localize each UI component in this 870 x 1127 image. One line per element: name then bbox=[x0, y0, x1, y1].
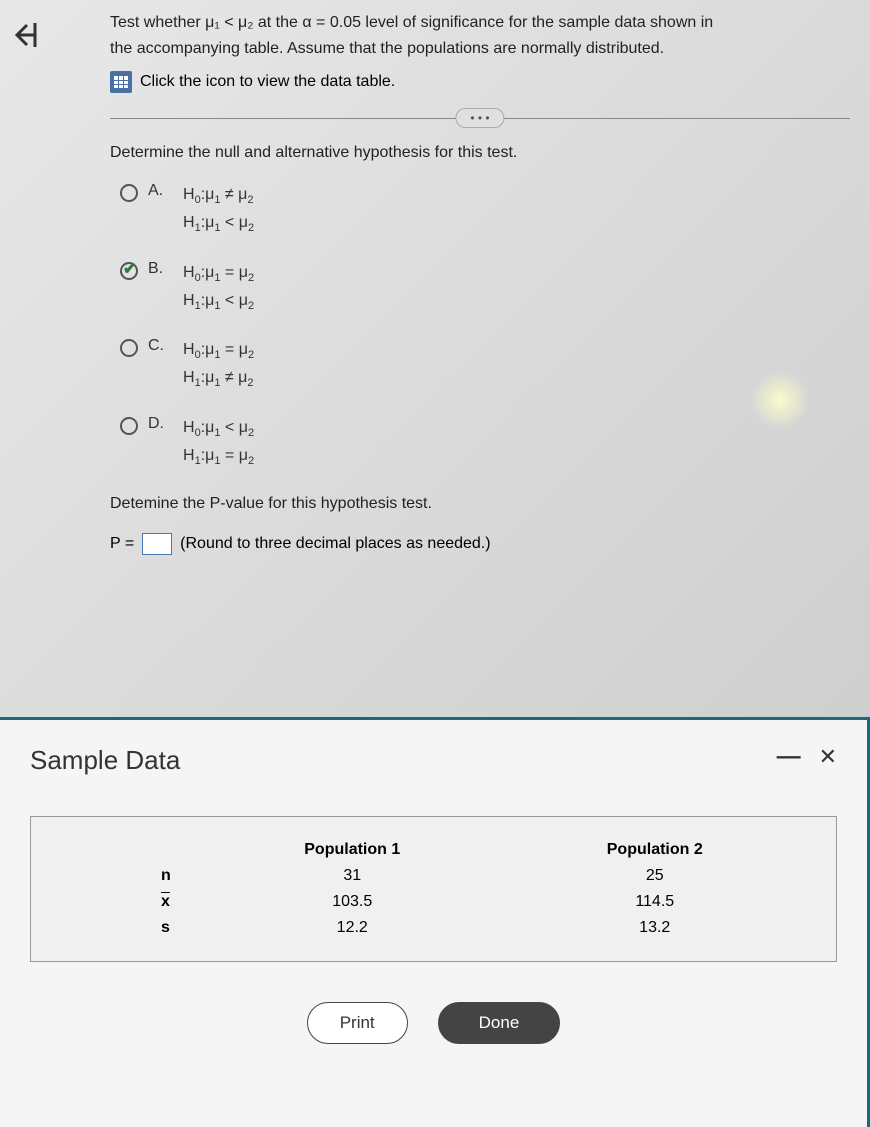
sub-question-text: Determine the null and alternative hypot… bbox=[110, 144, 850, 162]
table-header-row: Population 1 Population 2 bbox=[61, 837, 806, 863]
print-button[interactable]: Print bbox=[307, 1002, 408, 1044]
row-s-label: s bbox=[61, 915, 201, 941]
done-button[interactable]: Done bbox=[438, 1002, 561, 1044]
header-pop1: Population 1 bbox=[201, 837, 504, 863]
header-pop2: Population 2 bbox=[504, 837, 807, 863]
option-b-content: H0:μ1 = μ2 H1:μ1 < μ2 bbox=[183, 260, 254, 316]
row-s-pop1: 12.2 bbox=[201, 915, 504, 941]
row-s-pop2: 13.2 bbox=[504, 915, 807, 941]
option-b-label: B. bbox=[148, 260, 173, 278]
table-row: n 31 25 bbox=[61, 863, 806, 889]
modal-title: Sample Data bbox=[30, 745, 180, 776]
radio-a[interactable] bbox=[120, 184, 138, 202]
pvalue-input[interactable] bbox=[142, 533, 172, 555]
minimize-icon[interactable]: — bbox=[777, 745, 801, 769]
option-a-label: A. bbox=[148, 182, 173, 200]
pvalue-prompt: Detemine the P-value for this hypothesis… bbox=[110, 495, 850, 513]
table-icon bbox=[110, 71, 132, 93]
option-d-content: H0:μ1 < μ2 H1:μ1 = μ2 bbox=[183, 415, 254, 471]
option-a[interactable]: A. H0:μ1 ≠ μ2 H1:μ1 < μ2 bbox=[120, 182, 850, 238]
data-table: Population 1 Population 2 n 31 25 x 103.… bbox=[30, 816, 837, 962]
row-n-pop1: 31 bbox=[201, 863, 504, 889]
row-xbar-label: x bbox=[61, 889, 201, 915]
row-n-pop2: 25 bbox=[504, 863, 807, 889]
radio-c[interactable] bbox=[120, 339, 138, 357]
row-n-label: n bbox=[61, 863, 201, 889]
table-row: x 103.5 114.5 bbox=[61, 889, 806, 915]
option-c-label: C. bbox=[148, 337, 173, 355]
close-icon[interactable]: ✕ bbox=[819, 746, 837, 768]
back-button[interactable] bbox=[0, 0, 60, 565]
row-xbar-pop1: 103.5 bbox=[201, 889, 504, 915]
radio-b[interactable] bbox=[120, 262, 138, 280]
data-table-link-text: Click the icon to view the data table. bbox=[140, 73, 395, 91]
question-text: Test whether μ₁ < μ₂ at the α = 0.05 lev… bbox=[110, 10, 850, 61]
data-table-link[interactable]: Click the icon to view the data table. bbox=[110, 71, 850, 93]
table-row: s 12.2 13.2 bbox=[61, 915, 806, 941]
pvalue-prefix: P = bbox=[110, 535, 134, 553]
row-xbar-pop2: 114.5 bbox=[504, 889, 807, 915]
option-b[interactable]: B. H0:μ1 = μ2 H1:μ1 < μ2 bbox=[120, 260, 850, 316]
header-blank bbox=[61, 837, 201, 863]
expand-button[interactable]: • • • bbox=[455, 108, 504, 128]
pvalue-suffix: (Round to three decimal places as needed… bbox=[180, 535, 490, 553]
option-c-content: H0:μ1 = μ2 H1:μ1 ≠ μ2 bbox=[183, 337, 254, 393]
option-a-content: H0:μ1 ≠ μ2 H1:μ1 < μ2 bbox=[183, 182, 254, 238]
option-d[interactable]: D. H0:μ1 < μ2 H1:μ1 = μ2 bbox=[120, 415, 850, 471]
sample-data-modal: Sample Data — ✕ Population 1 Population … bbox=[0, 717, 870, 1127]
radio-d[interactable] bbox=[120, 417, 138, 435]
option-c[interactable]: C. H0:μ1 = μ2 H1:μ1 ≠ μ2 bbox=[120, 337, 850, 393]
option-d-label: D. bbox=[148, 415, 173, 433]
